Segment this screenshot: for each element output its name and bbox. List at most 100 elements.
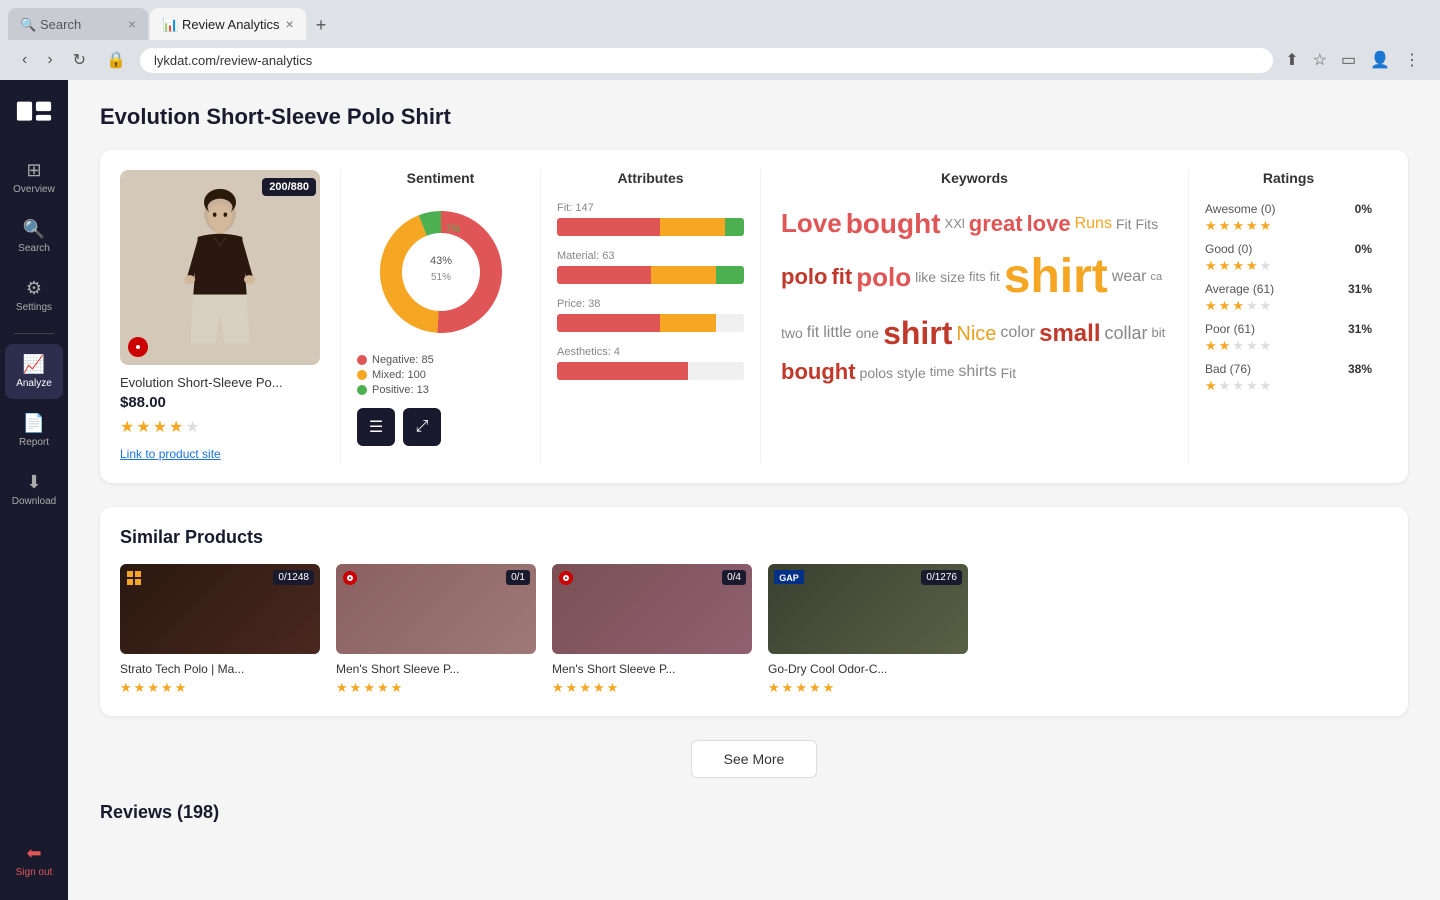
analyze-label: Analyze [16, 378, 52, 389]
rating-row: Good (0) 0% ★★★★★ [1205, 242, 1372, 274]
keyword: color [1000, 323, 1035, 344]
keyword: bought [846, 206, 941, 242]
similar-product-badge: 0/1276 [921, 570, 962, 585]
sign-out-icon: ⬅ [26, 843, 41, 864]
product-panel: 200/880 Evolution Short-Sleeve Po... $88… [120, 170, 340, 463]
product-name: Evolution Short-Sleeve Po... [120, 375, 324, 390]
legend-positive: Positive: 13 [357, 384, 524, 396]
sidebar-item-search[interactable]: 🔍 Search [5, 209, 63, 264]
keyword-cloud: LoveboughtXXlgreatloveRunsFitFitspolofit… [777, 202, 1172, 391]
rating-row: Awesome (0) 0% ★★★★★ [1205, 202, 1372, 234]
sidebar-item-download[interactable]: ⬇ Download [5, 462, 63, 517]
keyword: two [781, 324, 803, 342]
legend-negative: Negative: 85 [357, 354, 524, 366]
similar-product-name: Go-Dry Cool Odor-C... [768, 662, 968, 676]
similar-products-section: Similar Products 0/1248 Strato Tech Polo… [100, 507, 1408, 716]
expand-button[interactable]: ⤢ [403, 408, 441, 446]
sidebar-item-analyze[interactable]: 📈 Analyze [5, 344, 63, 399]
similar-product-logo [126, 570, 142, 586]
tab-search[interactable]: 🔍 Search × [8, 8, 148, 40]
overview-label: Overview [13, 184, 55, 195]
sentiment-panel: Sentiment 43% [340, 170, 540, 463]
keyword: Fit [1116, 215, 1132, 233]
rating-row: Bad (76) 38% ★★★★★ [1205, 362, 1372, 394]
similar-product-name: Men's Short Sleeve P... [336, 662, 536, 676]
attribute-row: Fit: 147 [557, 202, 744, 236]
keyword: Love [781, 207, 842, 241]
keyword: polo [856, 261, 911, 295]
keyword: shirts [958, 362, 996, 383]
keyword: collar [1104, 322, 1147, 345]
donut-chart: 43% 51% 7% [357, 202, 524, 342]
keyword: Fits [1136, 215, 1159, 233]
profile-icon[interactable]: 👤 [1366, 46, 1394, 74]
similar-product-stars: ★★★★★ [120, 680, 320, 696]
address-input[interactable] [140, 48, 1273, 73]
review-analytics-tab-title: Review Analytics [182, 17, 280, 32]
sidebar-item-settings[interactable]: ⚙ Settings [5, 268, 63, 323]
filter-button[interactable]: ☰ [357, 408, 395, 446]
search-tab-close[interactable]: × [128, 16, 136, 32]
sidebar-divider [14, 333, 54, 334]
rating-row: Poor (61) 31% ★★★★★ [1205, 322, 1372, 354]
similar-product-card[interactable]: 0/1276 GAP Go-Dry Cool Odor-C... ★★★★★ [768, 564, 968, 696]
back-button[interactable]: ‹ [16, 47, 33, 73]
sidebar-toggle-icon[interactable]: ▭ [1337, 46, 1360, 74]
see-more-container: See More [100, 740, 1408, 778]
new-tab-button[interactable]: + [308, 11, 335, 40]
keyword: bit [1152, 325, 1166, 342]
keyword: small [1039, 318, 1100, 349]
keyword: fit [831, 263, 852, 292]
rating-row: Average (61) 31% ★★★★★ [1205, 282, 1372, 314]
reload-button[interactable]: ↻ [67, 46, 92, 74]
sidebar-item-report[interactable]: 📄 Report [5, 403, 63, 458]
legend-mixed: Mixed: 100 [357, 369, 524, 381]
tab-bar: 🔍 Search × 📊 Review Analytics × + [8, 8, 1432, 40]
main-content: Evolution Short-Sleeve Polo Shirt [68, 80, 1440, 900]
attributes-rows: Fit: 147 Material: 63 Price: 38 Aestheti… [557, 202, 744, 380]
svg-text:51%: 51% [430, 272, 450, 283]
keyword: like [915, 268, 936, 286]
product-brand-logo [128, 337, 148, 357]
page-title: Evolution Short-Sleeve Polo Shirt [100, 104, 1408, 130]
attributes-title: Attributes [557, 170, 744, 186]
app-layout: ⊞ Overview 🔍 Search ⚙ Settings 📈 Analyze… [0, 80, 1440, 900]
toolbar-icons: ⬆ ☆ ▭ 👤 ⋮ [1281, 46, 1424, 74]
keyword: Fit [1001, 364, 1017, 382]
product-stars: ★ ★ ★ ★ ★ [120, 417, 324, 437]
product-review-badge: 200/880 [262, 178, 316, 196]
see-more-button[interactable]: See More [691, 740, 818, 778]
attribute-row: Aesthetics: 4 [557, 346, 744, 380]
keywords-title: Keywords [777, 170, 1172, 186]
overview-icon: ⊞ [26, 160, 41, 181]
similar-product-badge: 0/1 [506, 570, 530, 585]
similar-product-card[interactable]: 0/1248 Strato Tech Polo | Ma... ★★★★★ [120, 564, 320, 696]
similar-product-card[interactable]: 0/4 Men's Short Sleeve P... ★★★★★ [552, 564, 752, 696]
product-link[interactable]: Link to product site [120, 447, 221, 461]
report-label: Report [19, 437, 49, 448]
attribute-row: Material: 63 [557, 250, 744, 284]
keyword: polos [860, 364, 893, 382]
share-icon[interactable]: ⬆ [1281, 46, 1302, 74]
sidebar-item-overview[interactable]: ⊞ Overview [5, 150, 63, 205]
similar-product-card[interactable]: 0/1 Men's Short Sleeve P... ★★★★★ [336, 564, 536, 696]
similar-product-logo [342, 570, 358, 586]
menu-icon[interactable]: ⋮ [1400, 46, 1424, 74]
keyword: fits [969, 269, 986, 286]
app-logo [13, 92, 55, 134]
keyword: time [930, 364, 955, 381]
keyword: bought [781, 358, 856, 387]
review-analytics-tab-close[interactable]: × [286, 16, 294, 32]
keyword: Nice [956, 321, 996, 347]
search-icon: 🔍 [23, 219, 45, 240]
similar-product-stars: ★★★★★ [336, 680, 536, 696]
similar-product-stars: ★★★★★ [552, 680, 752, 696]
keyword: fit [807, 323, 819, 344]
sign-out-button[interactable]: ⬅ Sign out [5, 833, 63, 888]
product-price: $88.00 [120, 394, 324, 411]
tab-review-analytics[interactable]: 📊 Review Analytics × [150, 8, 306, 40]
forward-button[interactable]: › [41, 47, 58, 73]
sign-out-label: Sign out [16, 867, 53, 878]
products-grid: 0/1248 Strato Tech Polo | Ma... ★★★★★ 0/… [120, 564, 1388, 696]
bookmark-icon[interactable]: ☆ [1309, 46, 1331, 74]
